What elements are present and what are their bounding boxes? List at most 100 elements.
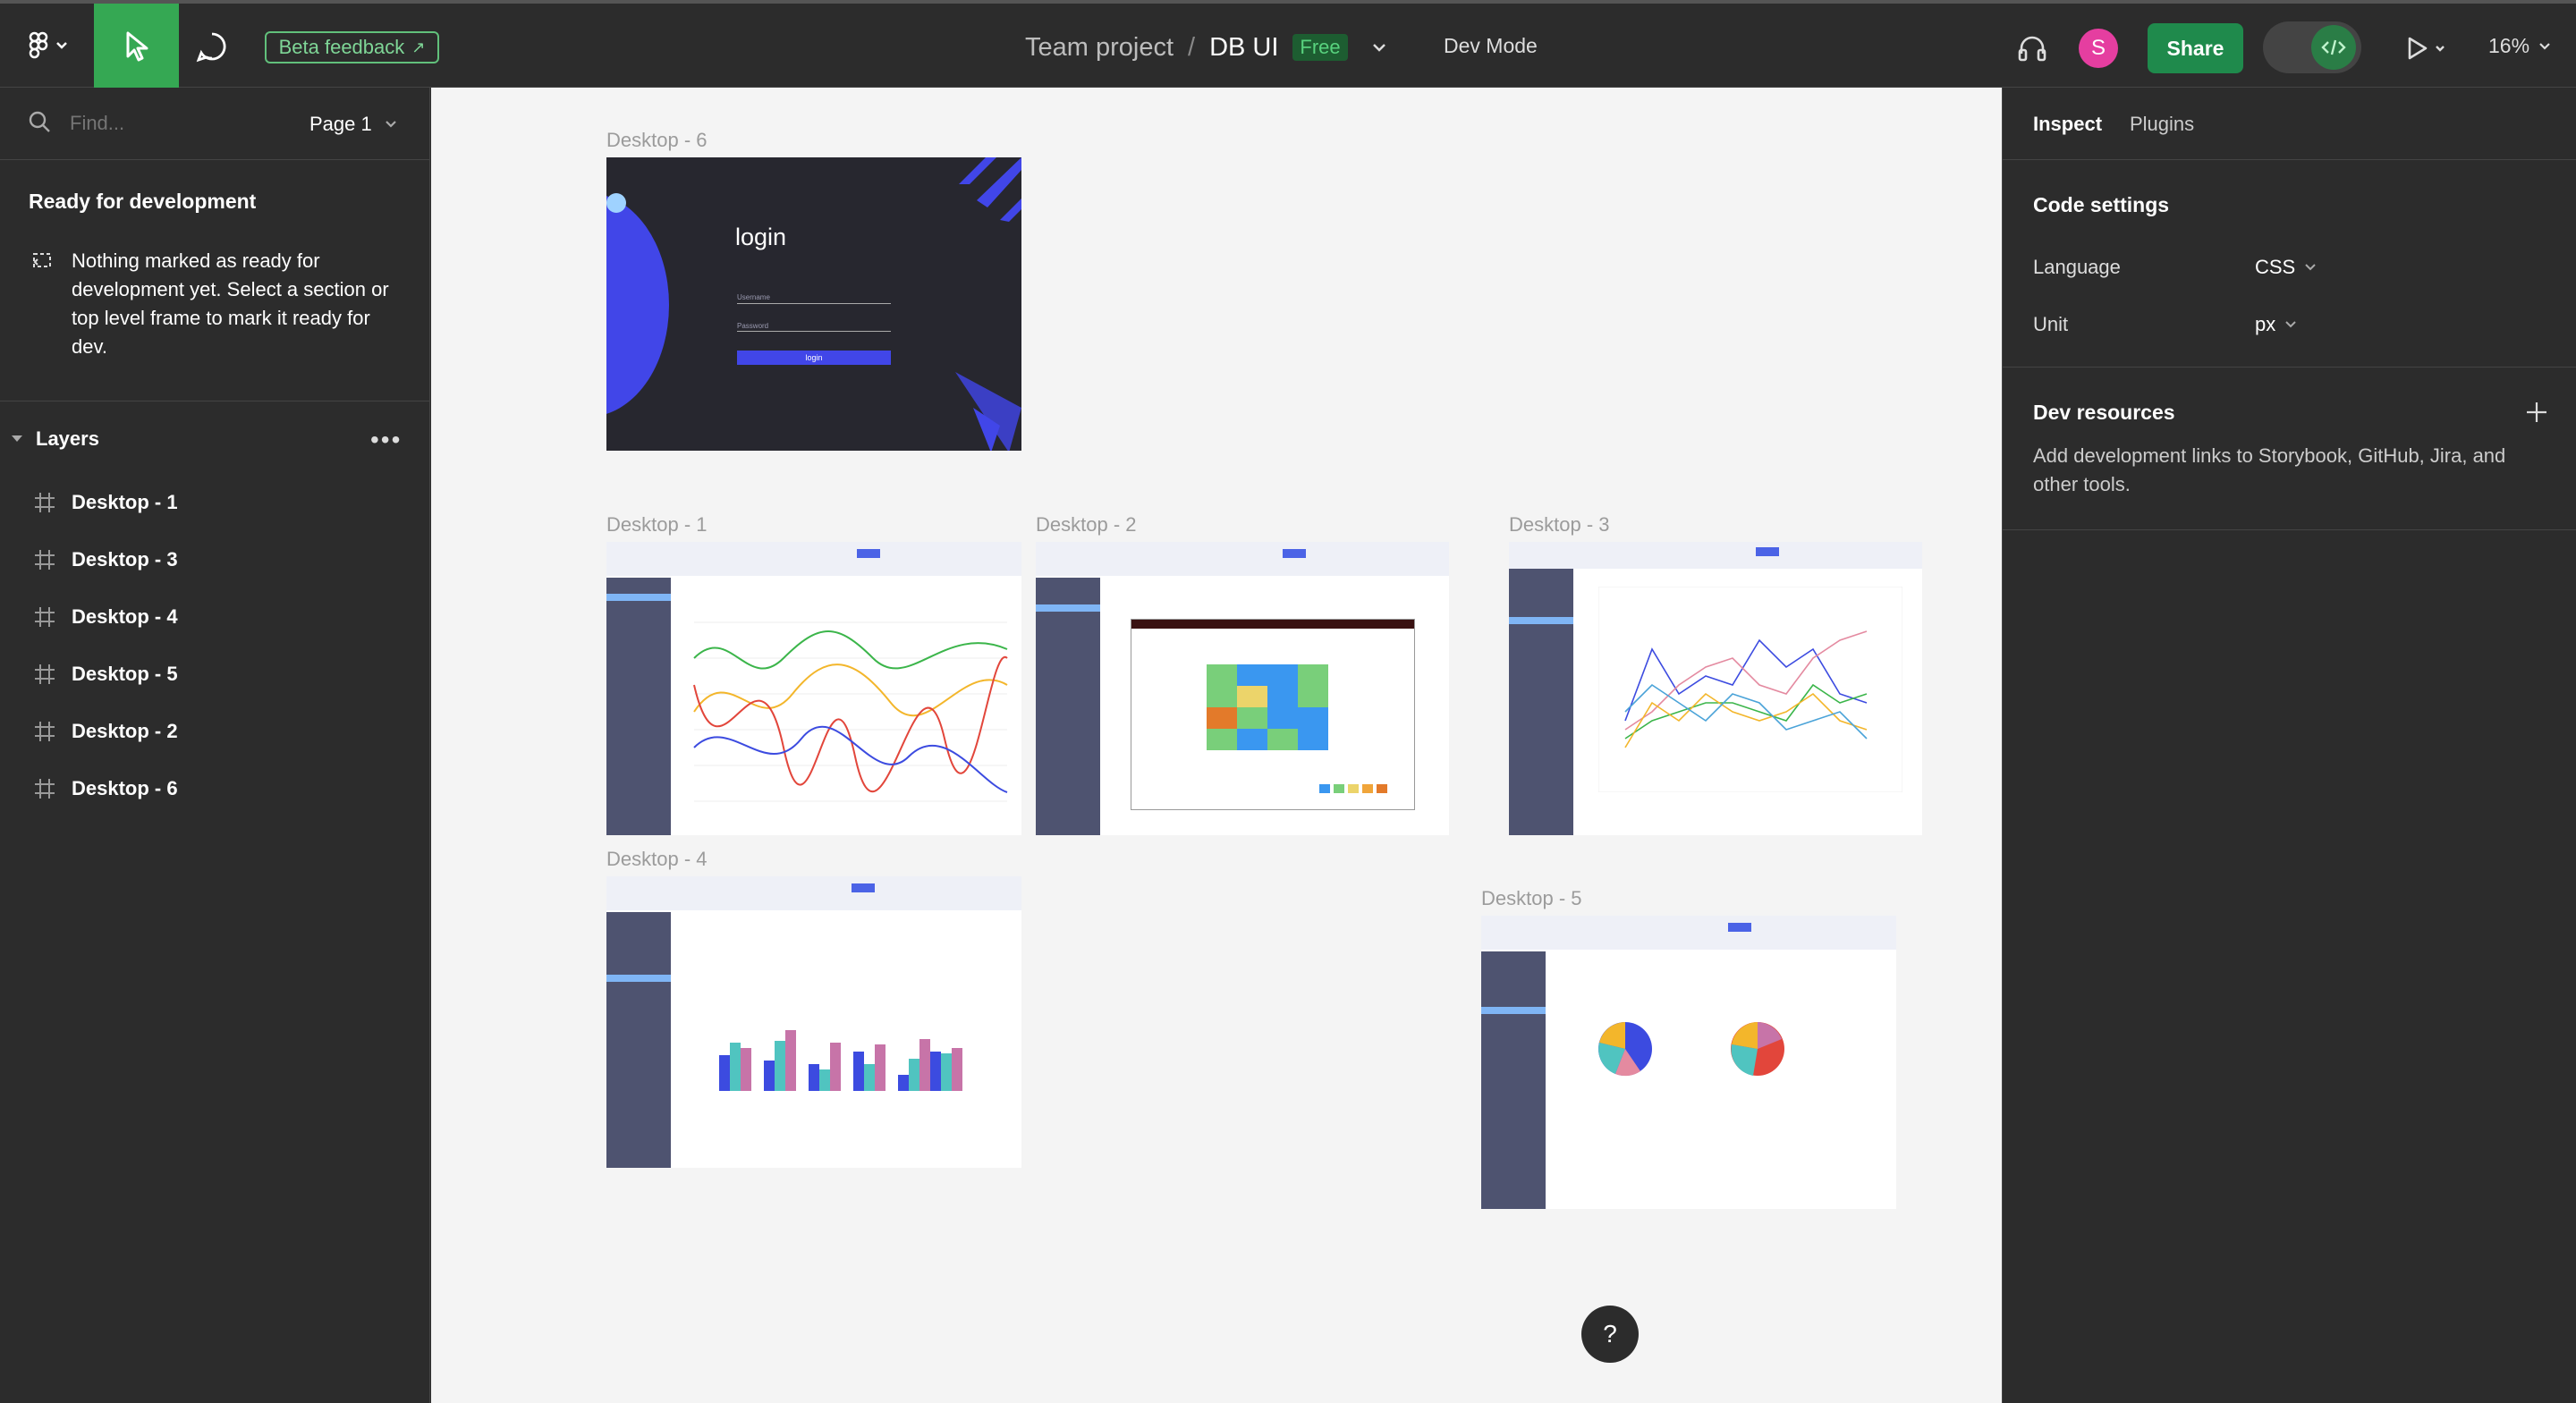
comment-icon (196, 32, 226, 63)
comment-tool-button[interactable] (190, 27, 234, 66)
frame-search-button (1728, 923, 1751, 932)
dev-handoff-icon (33, 253, 51, 267)
headphones-icon (2018, 36, 2046, 62)
move-tool-button[interactable] (94, 4, 179, 88)
file-name[interactable]: DB UI (1209, 33, 1278, 63)
frame-desktop-5[interactable] (1481, 916, 1896, 1209)
heatmap-card (1131, 619, 1415, 810)
layers-header[interactable]: Layers (9, 427, 99, 451)
share-button[interactable]: Share (2148, 23, 2243, 73)
cursor-icon (126, 31, 148, 62)
layer-label: Desktop - 1 (72, 491, 178, 513)
frame-topbar (1509, 542, 1922, 569)
frame-icon (35, 779, 55, 799)
external-link-icon: ↗ (411, 38, 426, 56)
canvas[interactable]: Desktop - 6 login Username Password logi… (431, 88, 2002, 1403)
chevron-down-icon (2285, 321, 2296, 328)
unit-select[interactable]: px (2255, 313, 2301, 336)
beta-feedback-label: Beta feedback (278, 36, 405, 58)
heatmap-legend (1319, 784, 1387, 793)
team-name[interactable]: Team project (1025, 33, 1174, 63)
frame-sidebar (606, 912, 671, 1168)
add-icon[interactable] (2523, 399, 2550, 426)
frame-desktop-6[interactable]: login Username Password login (606, 157, 1021, 451)
layer-item[interactable]: Desktop - 5 (32, 656, 178, 692)
frame-label[interactable]: Desktop - 3 (1509, 513, 1610, 537)
find-input[interactable] (68, 107, 250, 139)
dev-mode-label[interactable]: Dev Mode (1444, 34, 1538, 58)
sidebar-active (1481, 1007, 1546, 1014)
page-selector[interactable]: Page 1 (309, 113, 402, 136)
present-button[interactable] (2399, 29, 2453, 68)
divider (2003, 529, 2576, 530)
language-select[interactable]: CSS (2255, 256, 2320, 279)
frame-icon (35, 493, 55, 512)
login-button: login (737, 351, 891, 365)
dev-resources-body: Add development links to Storybook, GitH… (2033, 444, 2506, 495)
chevron-down-icon (385, 121, 396, 128)
frame-desktop-3[interactable] (1509, 542, 1922, 835)
layer-item[interactable]: Desktop - 3 (32, 542, 178, 578)
layer-item[interactable]: Desktop - 2 (32, 714, 178, 749)
ready-body: Nothing marked as ready for development … (72, 249, 389, 358)
dev-resources-title: Dev resources (2033, 401, 2175, 424)
username-underline (737, 303, 891, 304)
frame-sidebar (606, 578, 671, 835)
help-button[interactable]: ? (1581, 1306, 1639, 1363)
dev-mode-toggle[interactable] (2263, 21, 2361, 73)
line-chart-thumbnail (693, 621, 1008, 802)
frame-desktop-1[interactable] (606, 542, 1021, 835)
tab-inspect[interactable]: Inspect (2033, 113, 2102, 136)
more-options-icon[interactable]: ••• (370, 426, 402, 454)
main-menu-button[interactable] (18, 23, 75, 68)
beta-feedback-button[interactable]: Beta feedback ↗ (265, 31, 439, 63)
frame-label[interactable]: Desktop - 4 (606, 848, 708, 871)
sidebar-active (606, 975, 671, 982)
frame-icon (35, 607, 55, 627)
frame-search-button (1283, 549, 1306, 558)
layer-label: Desktop - 2 (72, 720, 178, 742)
audio-button[interactable] (2012, 29, 2052, 68)
zoom-control[interactable]: 16% (2488, 34, 2556, 58)
frame-desktop-2[interactable] (1036, 542, 1449, 835)
figma-logo-icon (29, 31, 67, 59)
sidebar-active (1509, 617, 1573, 624)
frame-label[interactable]: Desktop - 2 (1036, 513, 1137, 537)
layer-item[interactable]: Desktop - 6 (32, 771, 178, 807)
frame-topbar (606, 876, 1021, 910)
decor-circle (606, 193, 669, 417)
frame-sidebar (1509, 569, 1573, 835)
layer-item[interactable]: Desktop - 4 (32, 599, 178, 635)
layer-item[interactable]: Desktop - 1 (32, 485, 178, 520)
tab-plugins[interactable]: Plugins (2130, 113, 2194, 136)
frame-search-button (857, 549, 880, 558)
right-panel: Inspect Plugins Code settings Language C… (2002, 88, 2576, 1403)
avatar[interactable]: S (2079, 29, 2118, 68)
login-title: login (735, 224, 787, 250)
sidebar-active (1036, 604, 1100, 612)
decor-stripes (959, 157, 1021, 222)
chevron-down-icon[interactable] (1366, 34, 1393, 61)
login-password-label: Password (737, 322, 769, 330)
frame-label[interactable]: Desktop - 6 (606, 129, 708, 152)
layers-title: Layers (36, 427, 99, 450)
bar-chart-thumbnail (719, 1030, 962, 1091)
layer-label: Desktop - 3 (72, 548, 178, 570)
frame-icon (35, 664, 55, 684)
heatmap-grid (1207, 664, 1328, 750)
code-icon (2311, 25, 2356, 70)
zoom-level: 16% (2488, 34, 2530, 57)
layer-label: Desktop - 6 (72, 777, 178, 799)
toolbar: Beta feedback ↗ Team project / DB UI Fre… (0, 0, 2576, 88)
divider (0, 159, 429, 160)
frame-desktop-4[interactable] (606, 876, 1021, 1168)
page-label: Page 1 (309, 113, 372, 135)
frame-label[interactable]: Desktop - 5 (1481, 887, 1582, 910)
plan-badge: Free (1292, 34, 1348, 61)
multi-line-chart-thumbnail (1598, 587, 1902, 792)
frame-label[interactable]: Desktop - 1 (606, 513, 708, 537)
language-label: Language (2033, 256, 2121, 278)
caret-down-icon (12, 435, 22, 442)
unit-label: Unit (2033, 313, 2069, 335)
unit-value: px (2255, 313, 2276, 335)
